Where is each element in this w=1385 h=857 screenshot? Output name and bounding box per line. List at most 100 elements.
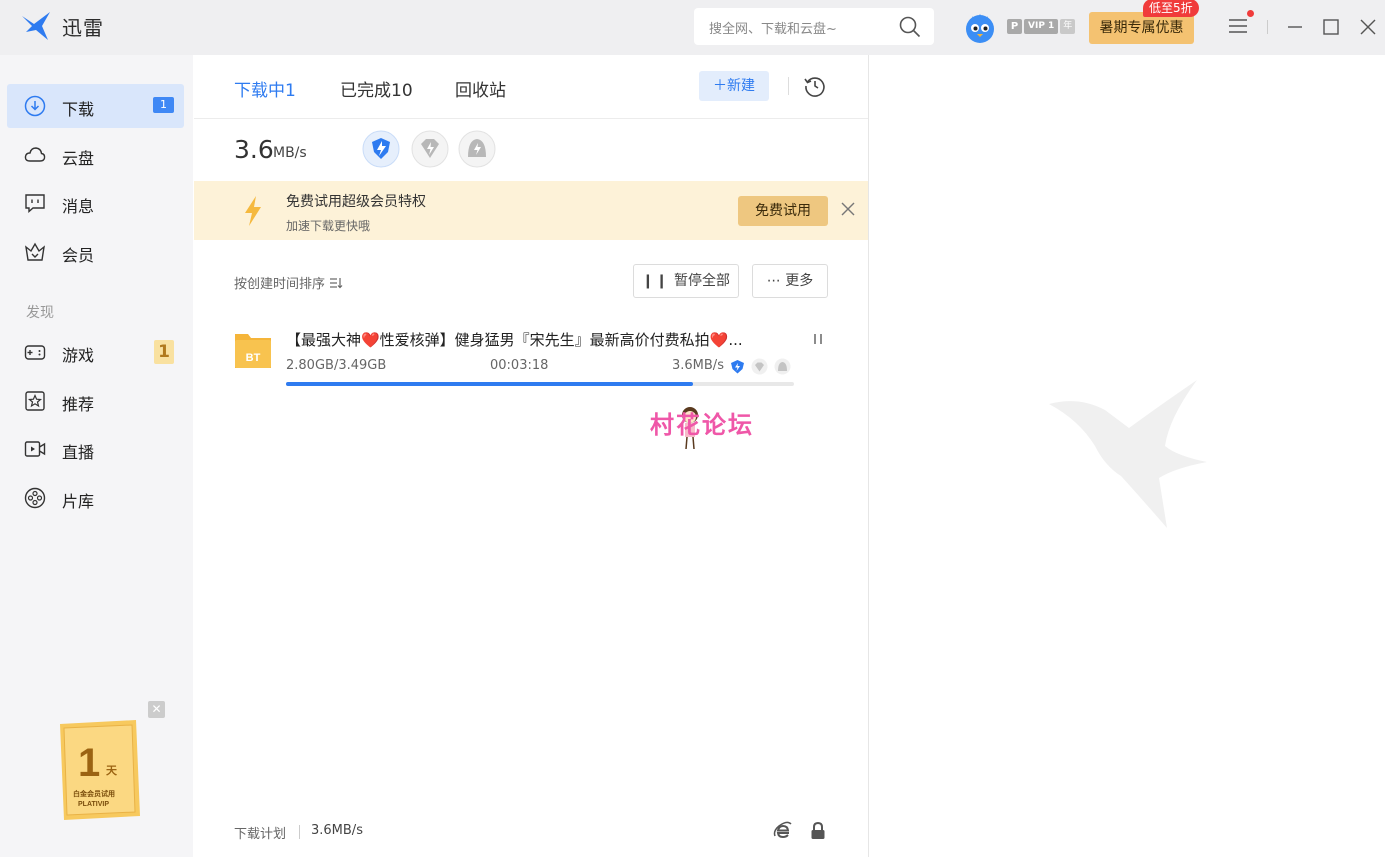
promo-discount-tag: 低至5折 [1143,0,1199,17]
trial-card-line1: 白金会员试用 [73,789,115,798]
xunlei-bird-placeholder-icon [1049,380,1207,528]
bt-folder-icon: BT [235,334,271,368]
live-icon [24,441,46,457]
star-icon [25,391,45,411]
tab-recycle-bin[interactable]: 回收站 [455,76,506,101]
sidebar-item-messages[interactable]: 消息 [7,181,184,225]
sidebar-item-download[interactable]: 下载 1 [7,84,184,128]
download-plan-link[interactable]: 下载计划 [234,823,286,842]
pause-icon: ❙❙ [642,273,670,289]
sidebar-item-cloud[interactable]: 云盘 [7,133,184,177]
search-box[interactable]: 搜全网、下载和云盘~ [694,8,934,45]
free-trial-button[interactable]: 免费试用 [738,196,828,226]
pause-all-button[interactable]: ❙❙ 暂停全部 [633,264,739,298]
trial-card-number: 1 [78,741,100,785]
task-progress-fill [286,382,694,386]
tab-downloading[interactable]: 下载中1 [234,76,296,101]
task-size: 2.80GB/3.49GB [286,358,387,373]
bt-type-label: BT [246,352,261,364]
sort-by-created-time[interactable]: 按创建时间排序 [234,273,343,292]
speed-boost-icon[interactable] [362,130,400,168]
task-boost-icon[interactable] [729,358,746,375]
trial-card-line2: PLATIVIP [78,801,109,808]
app-name: 迅雷 [62,16,104,40]
download-task-row[interactable]: BT 【最强大神❤️性爱核弹】健身猛男『宋先生』最新高价付费私拍❤️... 2.… [194,323,868,393]
vip-year: 年 [1060,18,1076,34]
footer-separator [299,825,300,839]
menu-icon[interactable] [1227,16,1249,36]
browser-icon[interactable] [773,821,793,841]
sort-icon [330,278,343,289]
sidebar-item-label: 片库 [62,492,95,511]
task-detail-panel [869,55,1385,857]
pause-all-label: 暂停全部 [673,273,730,289]
vip-accelerate-icon[interactable] [411,130,449,168]
lock-icon[interactable] [808,821,828,841]
task-speed: 3.6MB/s [672,358,724,373]
sort-label-text: 按创建时间排序 [234,277,326,292]
download-panel: 下载中1 已完成10 回收站 ＋新建 3.6 MB/s 免费试用超级会员特权 加… [194,55,868,857]
header-divider [194,118,868,119]
maximize-icon[interactable] [1320,16,1342,38]
task-pause-icon[interactable] [811,332,825,346]
cloud-icon [24,147,46,162]
task-remaining-time: 00:03:18 [490,358,549,373]
sidebar-item-label: 云盘 [62,149,95,168]
sidebar-item-games[interactable]: 游戏 1 [7,330,184,374]
forum-watermark-text: 村花论坛 [650,411,754,439]
sidebar-item-label: 推荐 [62,395,95,414]
new-task-label: 新建 [727,78,755,94]
sidebar-item-membership[interactable]: 会员 [7,230,184,274]
history-icon[interactable] [803,74,827,98]
banner-title: 免费试用超级会员特权 [286,194,426,210]
tab-completed[interactable]: 已完成10 [340,76,413,101]
task-vip-accelerate-icon[interactable] [751,358,768,375]
search-icon[interactable] [898,15,922,39]
notification-dot [1247,10,1254,17]
window-controls-separator [1267,20,1268,34]
more-button[interactable]: ⋯ 更多 [752,264,828,298]
platinum-trial-card[interactable]: 1 天 白金会员试用 PLATIVIP [56,720,140,820]
more-icon: ⋯ [766,273,781,289]
game-day-badge: 1 [154,340,174,364]
sidebar-item-film-library[interactable]: 片库 [7,476,184,520]
sidebar-item-recommend[interactable]: 推荐 [7,379,184,423]
trial-card-unit: 天 [106,764,118,777]
close-icon[interactable] [1357,16,1379,38]
task-p2p-accelerate-icon[interactable] [774,358,791,375]
sidebar-item-live[interactable]: 直播 [7,427,184,471]
vip-p-label: P [1007,18,1022,34]
title-bar: 迅雷 搜全网、下载和云盘~ P VIP 1 年 暑期专属优惠 低至5折 [0,0,1385,55]
total-speed-value: 3.6 [234,135,274,164]
banner-close-icon[interactable] [840,201,856,217]
vip-trial-banner: 免费试用超级会员特权 加速下载更快哦 免费试用 [194,181,868,240]
trial-card-close-icon[interactable]: ✕ [148,701,165,718]
task-progress-bar [286,382,794,386]
download-icon [24,95,46,117]
footer-speed: 3.6MB/s [311,823,363,838]
film-icon [24,487,46,509]
sidebar-item-label: 直播 [62,443,95,462]
plus-icon: ＋ [713,78,727,94]
user-avatar[interactable] [964,10,996,44]
toolbar-separator [788,77,789,95]
discover-section-title: 发现 [26,305,54,321]
sidebar-item-label: 下载 [62,100,95,119]
search-placeholder[interactable]: 搜全网、下载和云盘~ [709,18,837,37]
total-speed-unit: MB/s [273,145,307,161]
vip-level: VIP 1 [1024,18,1059,34]
sidebar-item-label: 游戏 [62,346,95,365]
sidebar: 下载 1 云盘 消息 会员 发现 游戏 1 推荐 直播 片库 ✕ 1 天 白金会… [0,55,193,857]
banner-subtitle: 加速下载更快哦 [286,219,371,233]
message-icon [25,194,45,214]
task-name: 【最强大神❤️性爱核弹】健身猛男『宋先生』最新高价付费私拍❤️... [286,331,743,349]
new-task-button[interactable]: ＋新建 [699,71,769,101]
more-label: 更多 [785,273,814,289]
crown-icon [25,242,45,261]
lightning-icon [245,196,261,226]
minimize-icon[interactable] [1284,16,1306,38]
sidebar-item-label: 会员 [62,246,95,265]
gamepad-icon [24,345,46,360]
vip-badge[interactable]: P VIP 1 年 [1007,18,1076,34]
p2p-accelerate-icon[interactable] [458,130,496,168]
